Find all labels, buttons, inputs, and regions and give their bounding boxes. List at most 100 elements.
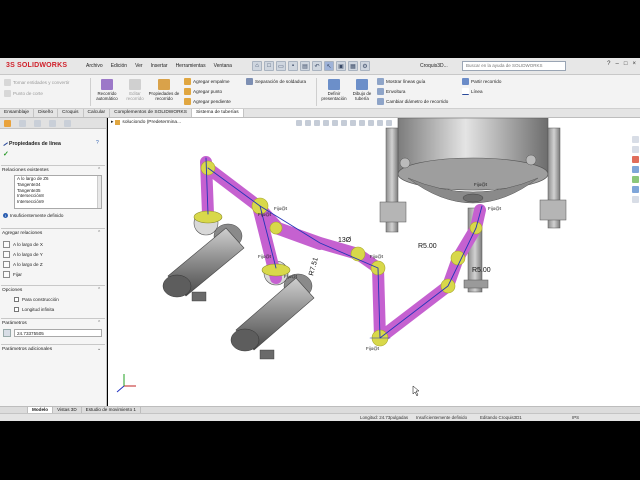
add-point-button[interactable]: Agregar punto — [184, 88, 222, 95]
dimension-radius-2[interactable]: R7.51 — [308, 257, 320, 277]
cut-point-button[interactable]: Punto de corte — [4, 90, 43, 97]
add-fitting-button[interactable]: Agregar empalme — [184, 78, 230, 85]
change-route-diameter-button[interactable]: Cambiar diámetro de recorrido — [377, 98, 448, 105]
chevron-up-icon[interactable]: ⌃ — [97, 287, 101, 293]
rebuild-icon[interactable]: ▣ — [336, 61, 346, 71]
property-manager-icon[interactable] — [19, 120, 26, 127]
envelope-button[interactable]: Envoltura — [377, 88, 405, 95]
existing-relations-header[interactable]: Relaciones existentes — [2, 168, 49, 173]
chevron-up-icon[interactable]: ⌃ — [97, 230, 101, 236]
infinite-length-checkbox[interactable] — [14, 307, 19, 312]
graphics-area[interactable]: ▸ soluciondo (Predetermina... 13Ø R5.00 … — [108, 118, 640, 406]
show-guidelines-icon — [377, 78, 384, 85]
relation-callout[interactable]: Fijo@t — [370, 254, 384, 259]
chevron-up-icon[interactable]: ⌃ — [97, 167, 101, 173]
define-presentation-button[interactable]: Definir presentación — [318, 79, 350, 101]
for-construction-checkbox[interactable] — [14, 297, 19, 302]
add-relations-header[interactable]: Agregar relaciones — [2, 231, 42, 236]
menu-herramientas[interactable]: Herramientas — [172, 63, 210, 69]
help-icon[interactable]: ? — [607, 61, 610, 67]
tab-ensamblaje[interactable]: Ensamblaje — [0, 109, 35, 117]
custom-properties-icon[interactable] — [632, 186, 639, 193]
relation-callout[interactable]: Fijo@t — [474, 182, 488, 187]
display-manager-icon[interactable] — [64, 120, 71, 127]
dimension-angle[interactable]: 13Ø — [338, 237, 352, 244]
tab-complementos[interactable]: Complementos de SOLIDWORKS — [110, 109, 192, 117]
menu-edicion[interactable]: Edición — [107, 63, 131, 69]
infinite-length-option[interactable]: Longitud infinita — [14, 307, 54, 312]
select-arrow-icon[interactable]: ↖ — [324, 61, 334, 71]
print-icon[interactable]: ▤ — [300, 61, 310, 71]
tab-sistema-tuberias[interactable]: Sistema de tuberías — [191, 109, 244, 117]
file-explorer-icon[interactable] — [632, 156, 639, 163]
list-item[interactable]: Intersección9 — [17, 199, 99, 205]
additional-parameters-header[interactable]: Parámetros adicionales — [2, 347, 52, 352]
pm-help-icon[interactable]: ? — [96, 140, 99, 146]
relation-callout[interactable]: Fijo@t — [366, 346, 380, 351]
new-document-icon[interactable]: □ — [264, 61, 274, 71]
undo-icon[interactable]: ↶ — [312, 61, 322, 71]
minimize-icon[interactable]: – — [616, 61, 619, 67]
edit-route-button[interactable]: Editar recorrido — [122, 79, 148, 101]
dimension-radius-3[interactable]: R5.00 — [472, 267, 491, 274]
relation-along-x[interactable]: A lo largo de X — [3, 241, 43, 248]
menu-ver[interactable]: Ver — [131, 63, 147, 69]
options-gear-icon[interactable]: ⚙ — [360, 61, 370, 71]
document-title: Croquis3D... — [420, 63, 448, 69]
save-icon[interactable]: ▪ — [288, 61, 298, 71]
view-palette-icon[interactable] — [632, 166, 639, 173]
bottom-tabs: Modelo Vistas 3D Estudio de movimiento 1 — [0, 406, 640, 413]
menu-archivo[interactable]: Archivo — [82, 63, 107, 69]
add-slope-button[interactable]: Agregar pendiente — [184, 98, 231, 105]
open-folder-icon[interactable]: ▭ — [276, 61, 286, 71]
configuration-manager-icon[interactable] — [34, 120, 41, 127]
quick-access-toolbar: ⌂ □ ▭ ▪ ▤ ↶ ↖ ▣ ▦ ⚙ — [252, 61, 370, 71]
close-icon[interactable]: × — [632, 61, 636, 67]
relation-fix[interactable]: Fijar — [3, 271, 22, 278]
relation-callout[interactable]: Fijo@t — [258, 212, 272, 217]
for-construction-option[interactable]: Para construcción — [14, 297, 59, 302]
convert-entities-button[interactable]: Tomar entidades y convertir — [4, 79, 69, 86]
restore-icon[interactable]: □ — [624, 61, 628, 67]
relation-along-y[interactable]: A lo largo de Y — [3, 251, 43, 258]
menu-insertar[interactable]: Insertar — [147, 63, 172, 69]
options-header[interactable]: Opciones — [2, 288, 22, 293]
relation-callout[interactable]: Fijo@t — [258, 254, 272, 259]
ok-check-icon[interactable]: ✓ — [3, 150, 9, 158]
resources-icon[interactable] — [632, 136, 639, 143]
home-icon[interactable]: ⌂ — [252, 61, 262, 71]
help-search-input[interactable]: Buscar en la ayuda de SOLIDWORKS — [462, 61, 566, 71]
solidworks-logo[interactable]: 3S SOLIDWORKS — [6, 62, 67, 69]
feature-manager-icon[interactable] — [4, 120, 11, 127]
tab-diseno[interactable]: Diseño — [34, 109, 59, 117]
status-units[interactable]: IPS — [572, 415, 579, 420]
chevron-down-icon[interactable]: ⌄ — [97, 346, 101, 352]
relation-callout[interactable]: Fijo@t — [274, 206, 288, 211]
relation-callout[interactable]: Fijo@t — [284, 274, 298, 279]
piping-drawing-button[interactable]: Dibujo de tubería — [350, 79, 374, 101]
relation-along-z[interactable]: A lo largo de Z — [3, 261, 43, 268]
appearances-icon[interactable] — [632, 176, 639, 183]
menu-ventana[interactable]: Ventana — [210, 63, 236, 69]
design-library-icon[interactable] — [632, 146, 639, 153]
relations-listbox[interactable]: A lo largo de Z6 Tangente34 Tangente35 I… — [14, 175, 102, 209]
auto-route-button[interactable]: Recorrido automático — [92, 79, 122, 101]
chevron-up-icon[interactable]: ⌃ — [97, 320, 101, 326]
parameters-header[interactable]: Parámetros — [2, 321, 27, 326]
split-route-button[interactable]: Partir recorrido — [462, 78, 501, 85]
show-guidelines-button[interactable]: Mostrar líneas guía — [377, 78, 425, 85]
tab-calcular[interactable]: Calcular — [84, 109, 111, 117]
route-properties-button[interactable]: Propiedades de recorrido — [148, 79, 180, 101]
dimension-radius-1[interactable]: R5.00 — [418, 243, 437, 250]
forum-icon[interactable] — [632, 196, 639, 203]
length-param-input[interactable]: 24.73375505 — [14, 329, 102, 337]
dimxpert-icon[interactable] — [49, 120, 56, 127]
model-scene[interactable]: 13Ø R5.00 R7.51 R5.00 Fijo@t Fijo@t Fijo… — [108, 118, 640, 406]
relation-callout[interactable]: Fijo@t — [488, 206, 502, 211]
tab-croquis[interactable]: Croquis — [58, 109, 84, 117]
pump-motor-1[interactable] — [162, 210, 245, 302]
line-button[interactable]: Línea — [462, 88, 483, 95]
weld-gap-button[interactable]: Separación de soldadura — [246, 78, 306, 85]
listbox-scrollbar[interactable] — [97, 176, 101, 208]
file-properties-icon[interactable]: ▦ — [348, 61, 358, 71]
